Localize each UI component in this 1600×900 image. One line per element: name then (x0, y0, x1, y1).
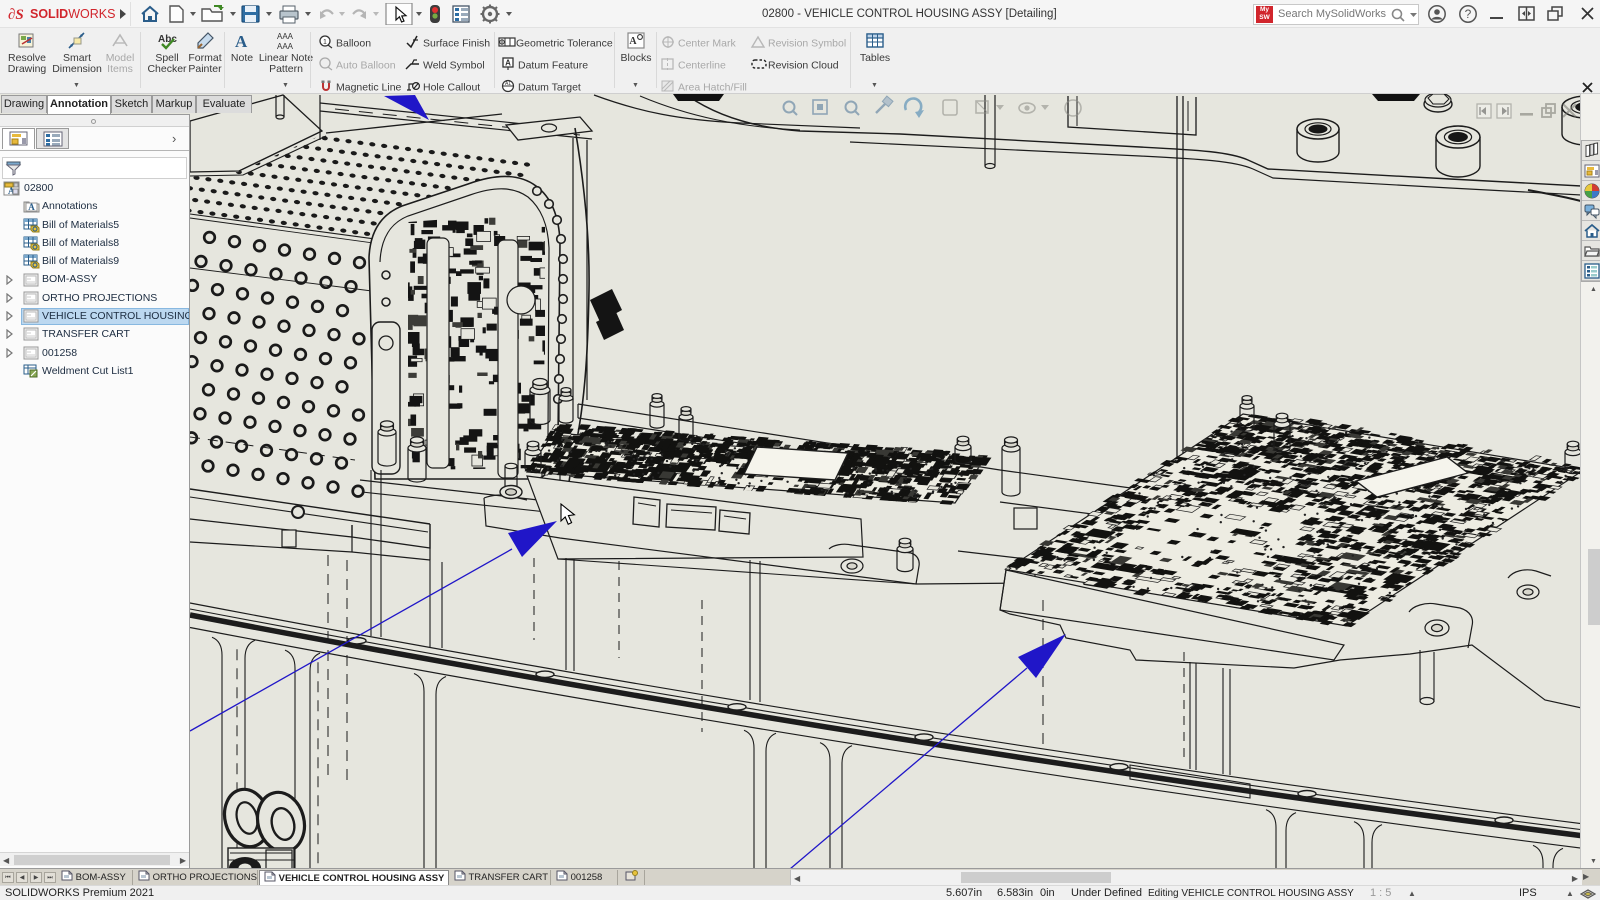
svg-text:A1: A1 (505, 81, 511, 87)
svg-text:A: A (629, 36, 637, 47)
svg-text:A: A (28, 202, 35, 212)
svg-text:∂S: ∂S (8, 7, 24, 23)
svg-text:A: A (235, 32, 248, 51)
svg-text:SOLIDWORKS: SOLIDWORKS (30, 7, 115, 21)
svg-text:A: A (505, 59, 511, 68)
svg-text:1: 1 (323, 39, 327, 46)
svg-text:?: ? (1465, 7, 1472, 21)
svg-text:AAA: AAA (277, 42, 294, 51)
svg-text:AAA: AAA (277, 32, 294, 41)
